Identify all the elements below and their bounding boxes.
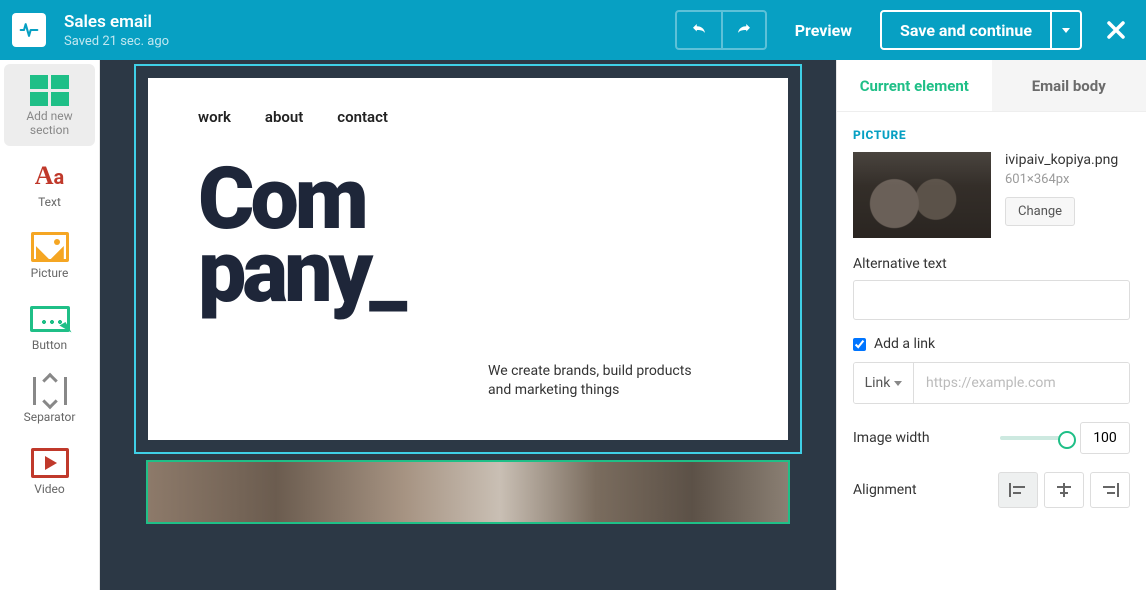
tab-email-body[interactable]: Email body <box>992 60 1146 111</box>
save-button[interactable]: Save and continue <box>882 12 1050 48</box>
close-icon <box>1104 18 1128 42</box>
alignment-label: Alignment <box>853 482 917 498</box>
nav-link-contact[interactable]: contact <box>337 108 388 126</box>
button-icon <box>30 306 70 332</box>
align-center-button[interactable] <box>1044 472 1084 508</box>
sidebar-label: Text <box>38 196 61 210</box>
email-section-hero[interactable]: work about contact Com pany_ We create b… <box>148 78 788 440</box>
sidebar-item-section[interactable]: Add new section <box>4 64 95 146</box>
picture-thumbnail[interactable] <box>853 152 991 238</box>
tool-sidebar: Add new section Aa Text Picture Button S… <box>0 60 100 590</box>
text-icon: Aa <box>35 163 64 189</box>
canvas[interactable]: work about contact Com pany_ We create b… <box>100 60 836 590</box>
add-link-checkbox[interactable] <box>853 338 866 351</box>
nav-link-about[interactable]: about <box>265 108 303 126</box>
add-link-checkbox-row[interactable]: Add a link <box>853 336 1130 352</box>
image-width-label: Image width <box>853 430 930 446</box>
undo-redo-group <box>675 10 767 50</box>
app-logo[interactable] <box>12 13 46 47</box>
tab-current-element[interactable]: Current element <box>837 60 992 111</box>
align-right-button[interactable] <box>1090 472 1130 508</box>
sidebar-label: Button <box>32 339 67 353</box>
align-left-button[interactable] <box>998 472 1038 508</box>
image-width-slider[interactable] <box>1000 436 1070 440</box>
redo-button[interactable] <box>721 12 765 48</box>
file-name: ivipaiv_kopiya.png <box>1005 152 1130 168</box>
sidebar-item-picture[interactable]: Picture <box>4 221 95 289</box>
alt-text-label: Alternative text <box>853 256 1130 272</box>
save-dropdown-button[interactable] <box>1050 12 1080 48</box>
file-dimensions: 601×364px <box>1005 172 1130 187</box>
link-type-dropdown[interactable]: Link <box>854 363 914 403</box>
image-width-input[interactable] <box>1080 422 1130 454</box>
alignment-group <box>998 472 1130 508</box>
panel-tabs: Current element Email body <box>837 60 1146 112</box>
save-status: Saved 21 sec. ago <box>64 34 675 49</box>
preview-button[interactable]: Preview <box>777 10 870 50</box>
save-button-group: Save and continue <box>880 10 1082 50</box>
align-right-icon <box>1101 483 1119 497</box>
sidebar-item-separator[interactable]: Separator <box>4 365 95 433</box>
title-block: Sales email Saved 21 sec. ago <box>64 12 675 49</box>
app-header: Sales email Saved 21 sec. ago Preview Sa… <box>0 0 1146 60</box>
add-link-label: Add a link <box>874 336 935 352</box>
undo-icon <box>690 21 708 39</box>
sidebar-item-video[interactable]: Video <box>4 437 95 505</box>
chevron-down-icon <box>1062 28 1070 33</box>
nav-link-work[interactable]: work <box>198 108 231 126</box>
sidebar-label: Separator <box>24 411 76 425</box>
redo-icon <box>735 21 753 39</box>
picture-icon <box>31 232 69 262</box>
panel-section-heading: PICTURE <box>853 128 1130 142</box>
sidebar-item-button[interactable]: Button <box>4 293 95 361</box>
close-button[interactable] <box>1104 18 1128 42</box>
grid-icon <box>30 75 69 106</box>
link-url-input[interactable] <box>914 363 1129 403</box>
align-center-icon <box>1055 483 1073 497</box>
change-image-button[interactable]: Change <box>1005 197 1075 226</box>
hero-nav: work about contact <box>198 108 738 126</box>
pulse-icon <box>19 20 39 40</box>
sidebar-label: Video <box>34 483 65 497</box>
separator-icon <box>33 377 67 405</box>
hero-logo-text: Com pany_ <box>198 162 738 308</box>
email-section-image[interactable] <box>148 462 788 522</box>
video-icon <box>31 448 69 478</box>
align-left-icon <box>1009 483 1027 497</box>
document-title: Sales email <box>64 12 675 32</box>
chevron-down-icon <box>894 381 902 386</box>
properties-panel: Current element Email body PICTURE ivipa… <box>836 60 1146 590</box>
alt-text-input[interactable] <box>853 280 1130 320</box>
sidebar-label: Picture <box>31 267 69 281</box>
sidebar-label: Add new section <box>10 110 89 138</box>
undo-button[interactable] <box>677 12 721 48</box>
sidebar-item-text[interactable]: Aa Text <box>4 150 95 218</box>
hero-tagline: We create brands, build products and mar… <box>488 362 708 400</box>
